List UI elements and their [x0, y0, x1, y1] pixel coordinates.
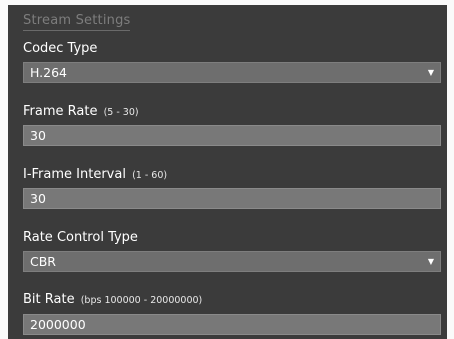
frame-rate-label-text: Frame Rate [23, 104, 98, 119]
chevron-down-icon: ▼ [427, 257, 434, 266]
codec-type-label: Codec Type [23, 41, 97, 56]
frame-rate-value: 30 [30, 128, 46, 143]
bit-rate-label: Bit Rate (bps 100000 - 20000000) [23, 292, 202, 307]
section-title: Stream Settings [23, 13, 131, 28]
iframe-interval-hint: (1 - 60) [132, 170, 168, 181]
codec-type-value: H.264 [30, 65, 68, 80]
frame-rate-input[interactable]: 30 [23, 125, 441, 146]
chevron-down-icon: ▼ [427, 68, 434, 77]
bit-rate-value: 2000000 [30, 317, 86, 332]
iframe-interval-value: 30 [30, 191, 46, 206]
bit-rate-input[interactable]: 2000000 [23, 314, 441, 335]
stream-settings-panel: Stream Settings Codec Type H.264 ▼ Frame… [0, 0, 454, 339]
codec-type-label-text: Codec Type [23, 41, 98, 56]
bit-rate-hint: (bps 100000 - 20000000) [80, 295, 203, 306]
rate-control-value: CBR [30, 254, 56, 269]
frame-rate-label: Frame Rate (5 - 30) [23, 104, 139, 119]
section-divider [23, 30, 130, 31]
frame-left [0, 0, 8, 339]
rate-control-label-text: Rate Control Type [23, 230, 138, 245]
frame-right [447, 0, 454, 339]
iframe-interval-input[interactable]: 30 [23, 188, 441, 209]
frame-rate-hint: (5 - 30) [103, 107, 139, 118]
iframe-interval-label: I-Frame Interval (1 - 60) [23, 167, 167, 182]
iframe-interval-label-text: I-Frame Interval [23, 167, 126, 182]
codec-type-select[interactable]: H.264 ▼ [23, 62, 441, 83]
rate-control-select[interactable]: CBR ▼ [23, 251, 441, 272]
bit-rate-label-text: Bit Rate [23, 292, 75, 307]
frame-top [0, 0, 454, 5]
rate-control-label: Rate Control Type [23, 230, 138, 245]
